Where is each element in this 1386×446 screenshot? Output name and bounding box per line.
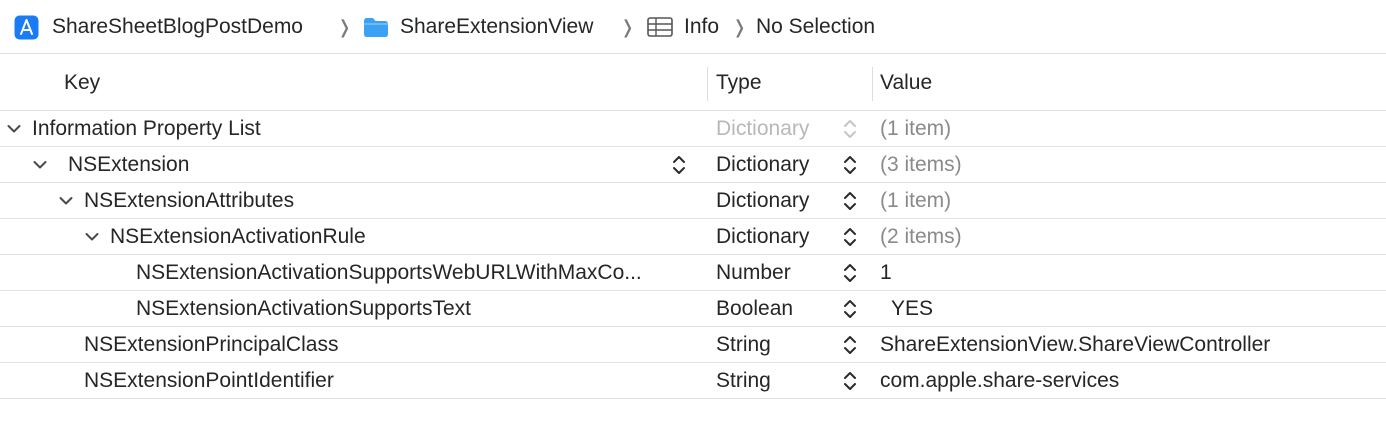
column-header-type[interactable]: Type bbox=[716, 55, 762, 111]
table-row[interactable]: Information Property List Dictionary (1 … bbox=[0, 111, 1386, 147]
row-type: Dictionary bbox=[716, 188, 810, 212]
app-project-icon bbox=[14, 15, 39, 39]
row-type: Dictionary bbox=[716, 116, 810, 140]
breadcrumb-folder[interactable]: ShareExtensionView bbox=[363, 0, 593, 54]
breadcrumb-folder-label: ShareExtensionView bbox=[400, 15, 594, 38]
property-list-table: Information Property List Dictionary (1 … bbox=[0, 111, 1386, 399]
row-type: String bbox=[716, 368, 771, 392]
breadcrumb-project[interactable]: ShareSheetBlogPostDemo bbox=[14, 0, 303, 54]
breadcrumb-file-label: Info bbox=[684, 15, 720, 38]
column-divider[interactable] bbox=[872, 67, 873, 101]
row-key: NSExtension bbox=[68, 152, 190, 176]
type-stepper-icon[interactable] bbox=[842, 147, 858, 182]
row-value[interactable]: com.apple.share-services bbox=[880, 363, 1119, 398]
folder-icon bbox=[364, 17, 388, 37]
type-stepper-icon bbox=[842, 111, 858, 146]
table-row[interactable]: NSExtensionActivationSupportsText Boolea… bbox=[0, 291, 1386, 327]
row-key: NSExtensionActivationRule bbox=[110, 224, 366, 248]
row-value-select[interactable]: YES bbox=[891, 291, 933, 326]
row-key: NSExtensionPointIdentifier bbox=[84, 368, 334, 392]
row-value[interactable]: 1 bbox=[880, 255, 892, 290]
disclosure-chevron-down-icon[interactable] bbox=[7, 111, 21, 146]
breadcrumb: ShareSheetBlogPostDemo ❭ ShareExtensionV… bbox=[0, 0, 1386, 54]
row-key: NSExtensionActivationSupportsText bbox=[136, 296, 472, 320]
breadcrumb-file[interactable]: Info bbox=[647, 0, 719, 54]
row-value[interactable]: ShareExtensionView.ShareViewController bbox=[880, 327, 1270, 362]
row-type: Boolean bbox=[716, 296, 794, 320]
table-row[interactable]: NSExtensionActivationRule Dictionary (2 … bbox=[0, 219, 1386, 255]
row-type: Dictionary bbox=[716, 152, 810, 176]
breadcrumb-selection-label: No Selection bbox=[756, 15, 876, 38]
row-value: (1 item) bbox=[880, 188, 952, 212]
disclosure-chevron-down-icon[interactable] bbox=[85, 219, 99, 254]
breadcrumb-chevron-icon: ❭ bbox=[620, 16, 636, 37]
breadcrumb-project-label: ShareSheetBlogPostDemo bbox=[52, 15, 303, 38]
breadcrumb-chevron-icon: ❭ bbox=[337, 16, 353, 37]
table-header: Key Type Value bbox=[0, 55, 1386, 111]
table-row[interactable]: NSExtensionActivationSupportsWebURLWithM… bbox=[0, 255, 1386, 291]
column-header-value[interactable]: Value bbox=[880, 55, 932, 111]
row-type: Number bbox=[716, 260, 791, 284]
type-stepper-icon[interactable] bbox=[842, 363, 858, 398]
row-key: NSExtensionAttributes bbox=[84, 188, 295, 212]
row-value: (3 items) bbox=[880, 152, 962, 176]
type-stepper-icon[interactable] bbox=[842, 183, 858, 218]
row-key: Information Property List bbox=[32, 116, 261, 140]
property-list-icon bbox=[647, 17, 673, 37]
column-header-key[interactable]: Key bbox=[64, 55, 100, 111]
column-divider[interactable] bbox=[707, 67, 708, 101]
key-stepper-icon[interactable] bbox=[671, 147, 687, 182]
row-value: (1 item) bbox=[880, 116, 952, 140]
breadcrumb-chevron-icon: ❭ bbox=[732, 16, 748, 37]
type-stepper-icon[interactable] bbox=[842, 291, 858, 326]
disclosure-chevron-down-icon[interactable] bbox=[33, 147, 47, 182]
row-key: NSExtensionPrincipalClass bbox=[84, 332, 339, 356]
table-row[interactable]: NSExtensionAttributes Dictionary (1 item… bbox=[0, 183, 1386, 219]
table-row[interactable]: NSExtension Dictionary (3 items) bbox=[0, 147, 1386, 183]
row-value: (2 items) bbox=[880, 224, 962, 248]
row-type: Dictionary bbox=[716, 224, 810, 248]
row-key: NSExtensionActivationSupportsWebURLWithM… bbox=[136, 260, 642, 284]
type-stepper-icon[interactable] bbox=[842, 219, 858, 254]
type-stepper-icon[interactable] bbox=[842, 255, 858, 290]
breadcrumb-selection[interactable]: No Selection bbox=[756, 0, 875, 54]
row-type: String bbox=[716, 332, 771, 356]
disclosure-chevron-down-icon[interactable] bbox=[59, 183, 73, 218]
type-stepper-icon[interactable] bbox=[842, 327, 858, 362]
table-row[interactable]: NSExtensionPointIdentifier String com.ap… bbox=[0, 363, 1386, 399]
table-row[interactable]: NSExtensionPrincipalClass String ShareEx… bbox=[0, 327, 1386, 363]
